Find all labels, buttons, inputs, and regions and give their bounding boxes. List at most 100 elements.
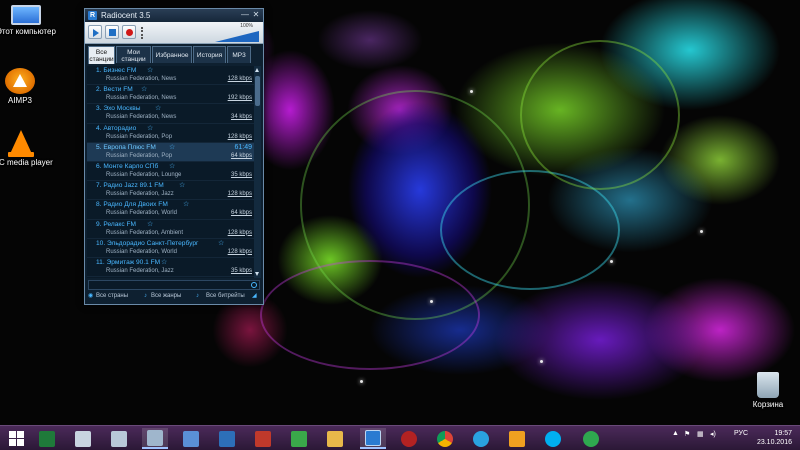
station-row[interactable]: 2. Вести FM ☆ Russian Federation, News 1… — [87, 85, 255, 105]
search-icon[interactable] — [251, 282, 257, 288]
station-row[interactable]: 6. Монте Карло СПб ☆ Russian Federation,… — [87, 162, 255, 182]
telegram-icon — [473, 430, 489, 447]
wallpaper-spark — [430, 300, 433, 303]
tray-network-icon[interactable]: ▦ — [697, 430, 704, 446]
favorite-star-icon[interactable]: ☆ — [183, 200, 189, 208]
station-name: 8. Радио Для Двоих FM — [96, 201, 168, 209]
taskbar-app-11[interactable] — [396, 428, 422, 449]
favorite-star-icon[interactable]: ☆ — [141, 85, 147, 93]
station-bitrate: 35 kbps — [230, 171, 252, 178]
chart-app-icon — [291, 430, 307, 447]
tray-flag-icon[interactable]: ⚑ — [684, 430, 690, 446]
station-bitrate: 128 kbps — [227, 76, 252, 82]
desktop-icon-label: VLC media player — [0, 158, 53, 167]
signal-icon: ◢ — [252, 293, 257, 299]
taskbar-paint[interactable] — [178, 428, 204, 449]
tab-favorites[interactable]: Избранное — [152, 46, 192, 63]
filter-countries[interactable]: Все страны — [96, 293, 128, 299]
taskbar-clock[interactable]: 19:57 23.10.2016 — [757, 429, 792, 447]
favorite-star-icon[interactable]: ☆ — [218, 239, 224, 247]
menu-handle-icon[interactable] — [141, 27, 143, 39]
tray-show-hidden-icon[interactable]: ▲ — [672, 430, 679, 446]
station-row-playing[interactable]: 5. Европа Плюс FM ☆ 61:49 Russian Federa… — [87, 142, 255, 162]
start-button[interactable] — [3, 428, 29, 449]
record-button[interactable] — [122, 25, 136, 39]
stop-button[interactable] — [105, 25, 119, 39]
guitar-icon: ♪ — [144, 293, 147, 299]
station-bitrate: 128 kbps — [227, 248, 252, 255]
tab-my-stations[interactable]: Мои станции — [116, 46, 151, 63]
taskbar-radiocent[interactable] — [360, 428, 386, 449]
taskbar-app-2[interactable] — [70, 428, 96, 449]
window-titlebar[interactable]: R Radiocent 3.5 — ✕ — [85, 9, 263, 22]
desktop-icon-this-pc[interactable]: Этот компьютер — [0, 2, 58, 36]
minimize-button[interactable]: — — [240, 10, 250, 20]
taskbar-app-4[interactable] — [142, 428, 168, 449]
favorite-star-icon[interactable]: ☆ — [147, 66, 153, 74]
favorite-star-icon[interactable]: ☆ — [169, 143, 175, 151]
tray-volume-icon[interactable]: ◂) — [710, 430, 716, 446]
taskbar-speaker[interactable] — [250, 428, 276, 449]
station-row[interactable]: 11. Эрмитаж 90.1 FM ☆ Russian Federation… — [87, 258, 255, 278]
favorite-star-icon[interactable]: ☆ — [147, 220, 153, 228]
favorite-star-icon[interactable]: ☆ — [155, 104, 161, 112]
tab-all-stations[interactable]: Все станции — [88, 46, 115, 64]
station-name: 4. Авторадио — [96, 124, 137, 132]
tab-label: История — [196, 52, 223, 59]
taskbar-chrome[interactable] — [432, 428, 458, 449]
favorite-star-icon[interactable]: ☆ — [147, 124, 153, 132]
language-indicator[interactable]: РУС — [734, 430, 748, 446]
station-meta: Russian Federation, News — [106, 76, 177, 82]
radiocent-icon — [365, 429, 381, 446]
note-icon: ♪ — [196, 293, 199, 299]
taskbar-explorer[interactable] — [322, 428, 348, 449]
station-meta: Russian Federation, Ambient — [106, 229, 184, 236]
tab-history[interactable]: История — [193, 46, 226, 63]
taskbar-app-6[interactable] — [214, 428, 240, 449]
station-meta: Russian Federation, Jazz — [106, 267, 174, 274]
wallpaper-swirl — [260, 260, 480, 370]
desktop-icon-aimp[interactable]: AIMP3 — [0, 68, 52, 105]
scroll-thumb[interactable] — [255, 76, 260, 106]
taskbar-excel[interactable] — [34, 428, 60, 449]
taskbar-app-16[interactable] — [578, 428, 604, 449]
paint-icon — [183, 430, 199, 447]
scroll-up-arrow-icon[interactable] — [255, 68, 259, 72]
station-row[interactable]: 7. Радио Jazz 89.1 FM ☆ Russian Federati… — [87, 181, 255, 201]
station-row[interactable]: 8. Радио Для Двоих FM ☆ Russian Federati… — [87, 200, 255, 220]
scroll-down-arrow-icon[interactable] — [255, 272, 259, 276]
taskbar-app-8[interactable] — [286, 428, 312, 449]
clock-date: 23.10.2016 — [756, 439, 792, 446]
filter-genres[interactable]: Все жанры — [151, 293, 181, 299]
taskbar-telegram[interactable] — [468, 428, 494, 449]
skype-icon — [545, 430, 561, 447]
favorite-star-icon[interactable]: ☆ — [169, 162, 175, 170]
station-bitrate: 64 kbps — [230, 152, 252, 159]
station-row[interactable]: 4. Авторадио ☆ Russian Federation, Pop 1… — [87, 124, 255, 143]
taskbar-skype[interactable] — [540, 428, 566, 449]
station-list-scrollbar[interactable] — [254, 66, 261, 278]
station-meta: Russian Federation, Pop — [106, 133, 173, 140]
favorite-star-icon[interactable]: ☆ — [161, 258, 167, 266]
taskbar-app-3[interactable] — [106, 428, 132, 449]
desktop-icon-recycle-bin[interactable]: Корзина — [736, 372, 800, 409]
tab-mp3[interactable]: MP3 — [227, 46, 251, 63]
station-meta: Russian Federation, World — [106, 210, 177, 217]
station-name: 10. Эльдорадио Санкт-Петербург — [96, 239, 199, 247]
station-row[interactable]: 10. Эльдорадио Санкт-Петербург ☆ Russian… — [87, 239, 255, 258]
recycle-bin-icon — [757, 372, 779, 398]
filter-bitrates[interactable]: Все битрейты — [206, 293, 245, 299]
station-name: 11. Эрмитаж 90.1 FM — [96, 258, 161, 266]
station-meta: Russian Federation, News — [106, 95, 177, 102]
volume-slider[interactable]: 100% — [215, 23, 259, 42]
station-row[interactable]: 3. Эхо Москвы ☆ Russian Federation, News… — [87, 104, 255, 124]
play-button[interactable] — [88, 25, 102, 39]
close-button[interactable]: ✕ — [251, 10, 261, 20]
favorite-star-icon[interactable]: ☆ — [179, 181, 185, 189]
text-app-icon — [111, 430, 127, 447]
desktop-icon-vlc[interactable]: VLC media player — [0, 130, 53, 167]
taskbar-app-14[interactable] — [504, 428, 530, 449]
globe-icon: ◉ — [88, 293, 94, 299]
station-row[interactable]: 9. Релакс FM ☆ Russian Federation, Ambie… — [87, 220, 255, 239]
station-row[interactable]: 1. Бизнес FM ☆ Russian Federation, News … — [87, 66, 255, 86]
